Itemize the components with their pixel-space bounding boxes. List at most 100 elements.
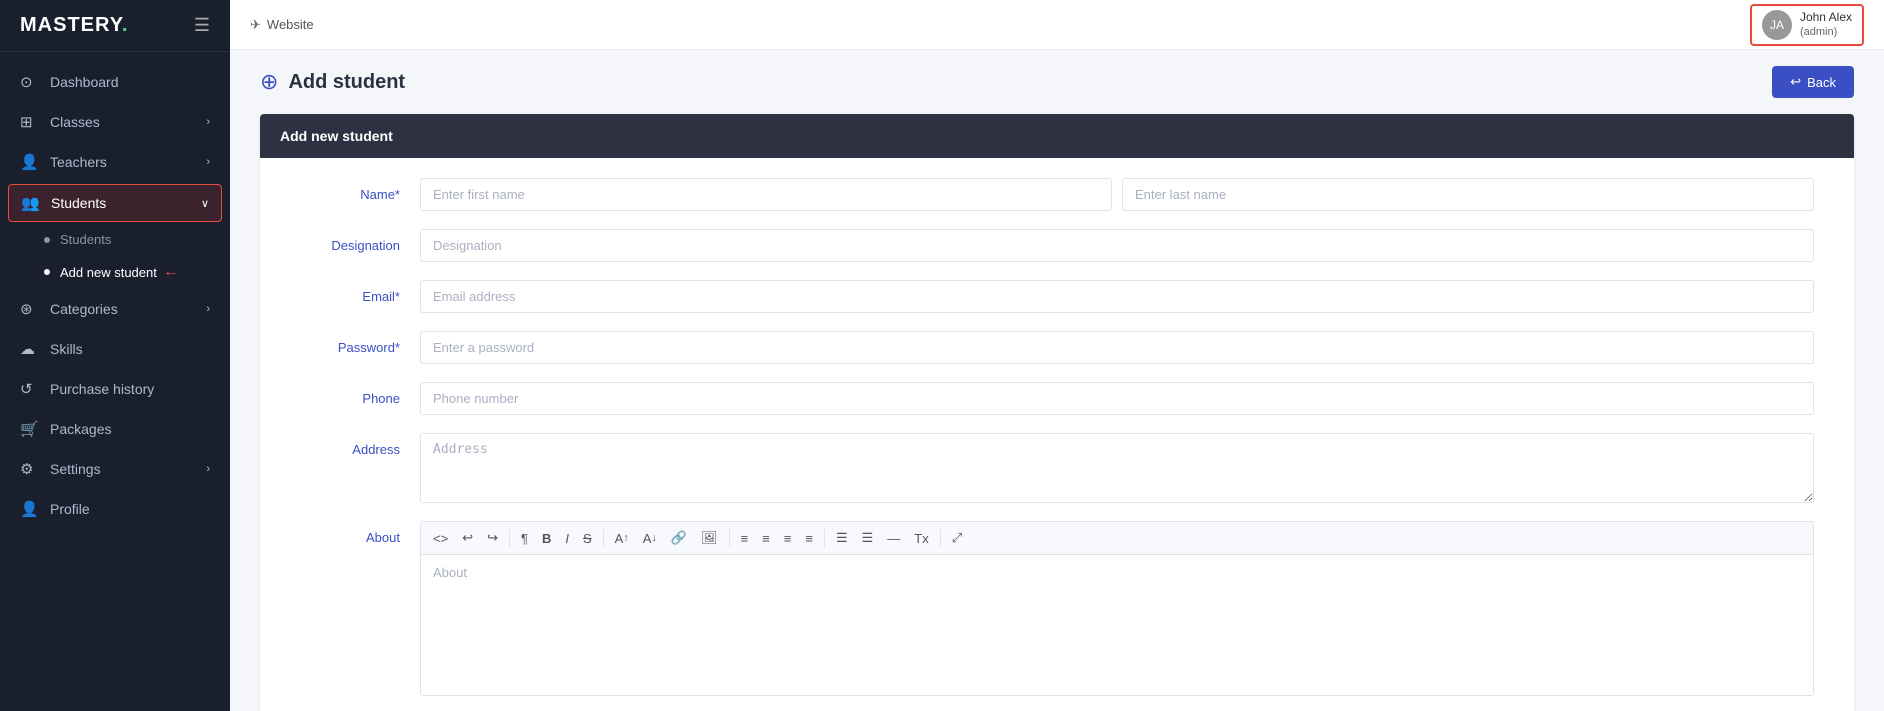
rte-clear-format-btn[interactable]: Tx xyxy=(908,527,934,550)
designation-inputs xyxy=(420,229,1814,262)
sidebar-item-dashboard[interactable]: ⊙ Dashboard xyxy=(0,62,230,102)
form-row-email: Email* xyxy=(300,280,1814,313)
password-label: Password* xyxy=(300,331,420,355)
rte-italic-btn[interactable]: I xyxy=(559,527,575,550)
user-info: John Alex (admin) xyxy=(1800,10,1852,40)
rte-hr-btn[interactable]: — xyxy=(881,527,906,550)
settings-icon: ⚙ xyxy=(20,460,40,478)
rte-superscript-btn[interactable]: A↑ xyxy=(609,527,635,550)
rte-undo-btn[interactable]: ↩ xyxy=(456,526,479,550)
avatar: JA xyxy=(1762,10,1792,40)
rte-align-center-btn[interactable]: ≡ xyxy=(756,527,776,550)
sidebar-item-purchase-history[interactable]: ↺ Purchase history xyxy=(0,369,230,409)
sidebar-item-profile[interactable]: 👤 Profile xyxy=(0,489,230,529)
chevron-right-icon: › xyxy=(206,303,210,315)
rte-code-btn[interactable]: <> xyxy=(427,527,454,550)
topbar: ✈ Website JA John Alex (admin) xyxy=(230,0,1884,50)
sidebar-nav: ⊙ Dashboard ⊞ Classes › 👤 Teachers › 👥 S… xyxy=(0,52,230,711)
email-input[interactable] xyxy=(420,280,1814,313)
form-row-address: Address xyxy=(300,433,1814,503)
rte-redo-btn[interactable]: ↪ xyxy=(481,526,504,550)
sidebar-item-categories[interactable]: ⊛ Categories › xyxy=(0,289,230,329)
sidebar-item-students[interactable]: 👥 Students ∨ xyxy=(8,184,222,222)
sidebar-item-label: Students xyxy=(51,195,106,211)
sidebar-item-skills[interactable]: ☁ Skills xyxy=(0,329,230,369)
rte-separator xyxy=(603,529,604,547)
logo-dot: . xyxy=(122,14,129,36)
back-button[interactable]: ↩ Back xyxy=(1772,66,1854,98)
email-inputs xyxy=(420,280,1814,313)
address-label: Address xyxy=(300,433,420,457)
designation-input[interactable] xyxy=(420,229,1814,262)
sub-dot xyxy=(44,269,50,275)
rte-paragraph-btn[interactable]: ¶ xyxy=(515,527,534,550)
sidebar-item-label: Settings xyxy=(50,461,101,477)
add-student-icon: ⊕ xyxy=(260,69,278,95)
rte-bold-btn[interactable]: B xyxy=(536,527,557,550)
categories-icon: ⊛ xyxy=(20,300,40,318)
user-name: John Alex xyxy=(1800,10,1852,26)
rte-ordered-list-btn[interactable]: ☰ xyxy=(856,526,880,550)
sidebar-item-label: Dashboard xyxy=(50,74,119,90)
about-content[interactable]: About xyxy=(421,555,1813,695)
form-row-phone: Phone xyxy=(300,382,1814,415)
sidebar-item-teachers[interactable]: 👤 Teachers › xyxy=(0,142,230,182)
sidebar-sub-students[interactable]: Students xyxy=(0,224,230,255)
sidebar-item-packages[interactable]: 🛒 Packages xyxy=(0,409,230,449)
sidebar-item-label: Classes xyxy=(50,114,100,130)
sidebar-item-classes[interactable]: ⊞ Classes › xyxy=(0,102,230,142)
packages-icon: 🛒 xyxy=(20,420,40,438)
sidebar-item-settings[interactable]: ⚙ Settings › xyxy=(0,449,230,489)
user-badge[interactable]: JA John Alex (admin) xyxy=(1750,4,1864,46)
teachers-icon: 👤 xyxy=(20,153,40,171)
about-inputs: <> ↩ ↪ ¶ B I S A↑ A↓ � xyxy=(420,521,1814,696)
students-icon: 👥 xyxy=(21,194,41,212)
rich-text-editor: <> ↩ ↪ ¶ B I S A↑ A↓ � xyxy=(420,521,1814,696)
sidebar-item-label: Teachers xyxy=(50,154,107,170)
rte-separator xyxy=(509,529,510,547)
name-inputs xyxy=(420,178,1814,211)
content-area: Add new student Name* Designation xyxy=(230,114,1884,711)
rte-separator xyxy=(729,529,730,547)
form-row-designation: Designation xyxy=(300,229,1814,262)
sidebar-item-label: Profile xyxy=(50,501,90,517)
first-name-input[interactable] xyxy=(420,178,1112,211)
rte-subscript-btn[interactable]: A↓ xyxy=(637,527,663,550)
sidebar: MASTERY. ☰ ⊙ Dashboard ⊞ Classes › 👤 Tea… xyxy=(0,0,230,711)
chevron-right-icon: › xyxy=(206,116,210,128)
address-inputs xyxy=(420,433,1814,503)
purchase-history-icon: ↺ xyxy=(20,380,40,398)
website-label: Website xyxy=(267,17,314,32)
last-name-input[interactable] xyxy=(1122,178,1814,211)
chevron-right-icon: › xyxy=(206,463,210,475)
about-placeholder: About xyxy=(433,565,467,580)
about-label: About xyxy=(300,521,420,545)
main-area: ✈ Website JA John Alex (admin) ⊕ Add stu… xyxy=(230,0,1884,711)
profile-icon: 👤 xyxy=(20,500,40,518)
form-row-password: Password* xyxy=(300,331,1814,364)
rte-image-btn[interactable]: 🖼 xyxy=(695,526,724,550)
chevron-right-icon: › xyxy=(206,156,210,168)
classes-icon: ⊞ xyxy=(20,113,40,131)
rte-separator xyxy=(940,529,941,547)
password-input[interactable] xyxy=(420,331,1814,364)
sidebar-item-label: Purchase history xyxy=(50,381,154,397)
rte-unordered-list-btn[interactable]: ☰ xyxy=(830,526,854,550)
dashboard-icon: ⊙ xyxy=(20,73,40,91)
rte-fullscreen-btn[interactable]: ⤢ xyxy=(946,526,968,550)
rte-align-right-btn[interactable]: ≡ xyxy=(778,527,798,550)
address-input[interactable] xyxy=(420,433,1814,503)
page-title: Add student xyxy=(288,71,405,94)
phone-input[interactable] xyxy=(420,382,1814,415)
sidebar-sub-add-student[interactable]: Add new student ← xyxy=(0,255,230,289)
rte-link-btn[interactable]: 🔗 xyxy=(665,526,693,550)
rte-align-left-btn[interactable]: ≡ xyxy=(735,527,755,550)
hamburger-icon[interactable]: ☰ xyxy=(194,15,210,36)
form-card-header: Add new student xyxy=(260,114,1854,158)
phone-inputs xyxy=(420,382,1814,415)
sub-dot xyxy=(44,237,50,243)
rte-align-justify-btn[interactable]: ≡ xyxy=(799,527,819,550)
user-role: (admin) xyxy=(1800,25,1852,39)
rte-strikethrough-btn[interactable]: S xyxy=(577,527,598,550)
topbar-website-link[interactable]: ✈ Website xyxy=(250,17,314,33)
